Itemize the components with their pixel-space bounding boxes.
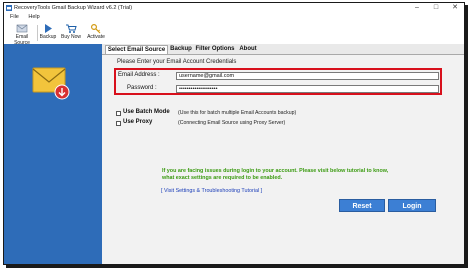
tab-filter-options[interactable]: Filter Options	[194, 45, 236, 54]
credentials-heading: Please Enter your Email Account Credenti…	[117, 59, 237, 65]
batch-mode-description: (Use this for batch multiple Email Accou…	[178, 110, 297, 116]
activate-button[interactable]: Activate	[85, 23, 107, 43]
main-panel: Select Email Source Backup Filter Option…	[102, 44, 464, 264]
email-source-button[interactable]: Email Source	[8, 23, 36, 46]
maximize-button[interactable]: □	[427, 3, 445, 13]
batch-mode-checkbox[interactable]	[116, 111, 121, 116]
tab-about[interactable]: About	[236, 45, 260, 54]
use-proxy-label[interactable]: Use Proxy	[123, 119, 152, 125]
tab-backup[interactable]: Backup	[168, 45, 194, 54]
title-bar: RecoveryTools Gmail Backup Wizard v6.2 (…	[4, 3, 464, 13]
email-envelope-icon	[32, 67, 70, 100]
reset-button[interactable]: Reset	[339, 199, 385, 212]
email-source-icon	[16, 24, 28, 33]
troubleshooting-tutorial-link[interactable]: [ Visit Settings & Troubleshooting Tutor…	[161, 188, 262, 194]
minimize-button[interactable]: –	[408, 3, 426, 13]
tab-bar: Select Email Source Backup Filter Option…	[102, 44, 464, 55]
help-message: If you are facing issues during login to…	[162, 168, 388, 182]
password-field[interactable]: ••••••••••••••••••••	[176, 85, 439, 93]
backup-button[interactable]: Backup	[39, 23, 57, 43]
batch-mode-label[interactable]: Use Batch Mode	[123, 109, 170, 115]
close-button[interactable]: ✕	[446, 3, 464, 13]
menu-bar: File Help	[4, 13, 464, 22]
menu-file[interactable]: File	[10, 14, 19, 20]
menu-help[interactable]: Help	[28, 14, 39, 20]
app-window: RecoveryTools Gmail Backup Wizard v6.2 (…	[3, 2, 465, 265]
password-label: Password :	[127, 85, 157, 91]
help-line-2: what exact settings are required to be e…	[162, 175, 283, 181]
toolbar-separator	[37, 25, 38, 41]
play-icon	[45, 24, 52, 33]
window-title: RecoveryTools Gmail Backup Wizard v6.2 (…	[14, 5, 133, 11]
email-address-field[interactable]: username@gmail.com	[176, 72, 439, 80]
use-proxy-checkbox[interactable]	[116, 121, 121, 126]
app-icon	[6, 5, 12, 11]
help-line-1: If you are facing issues during login to…	[162, 168, 389, 174]
cart-icon	[66, 24, 77, 33]
buy-now-button[interactable]: Buy Now	[60, 23, 82, 43]
toolbar: Email Source Backup Buy Now Activate	[4, 22, 464, 46]
tab-select-email-source[interactable]: Select Email Source	[105, 45, 168, 54]
key-icon	[90, 23, 101, 34]
login-button[interactable]: Login	[388, 199, 436, 212]
credentials-highlight-box: Email Address : username@gmail.com Passw…	[114, 68, 442, 95]
email-address-label: Email Address :	[118, 72, 160, 78]
use-proxy-description: (Connecting Email Source using Proxy Ser…	[178, 120, 286, 126]
left-panel	[4, 44, 102, 264]
